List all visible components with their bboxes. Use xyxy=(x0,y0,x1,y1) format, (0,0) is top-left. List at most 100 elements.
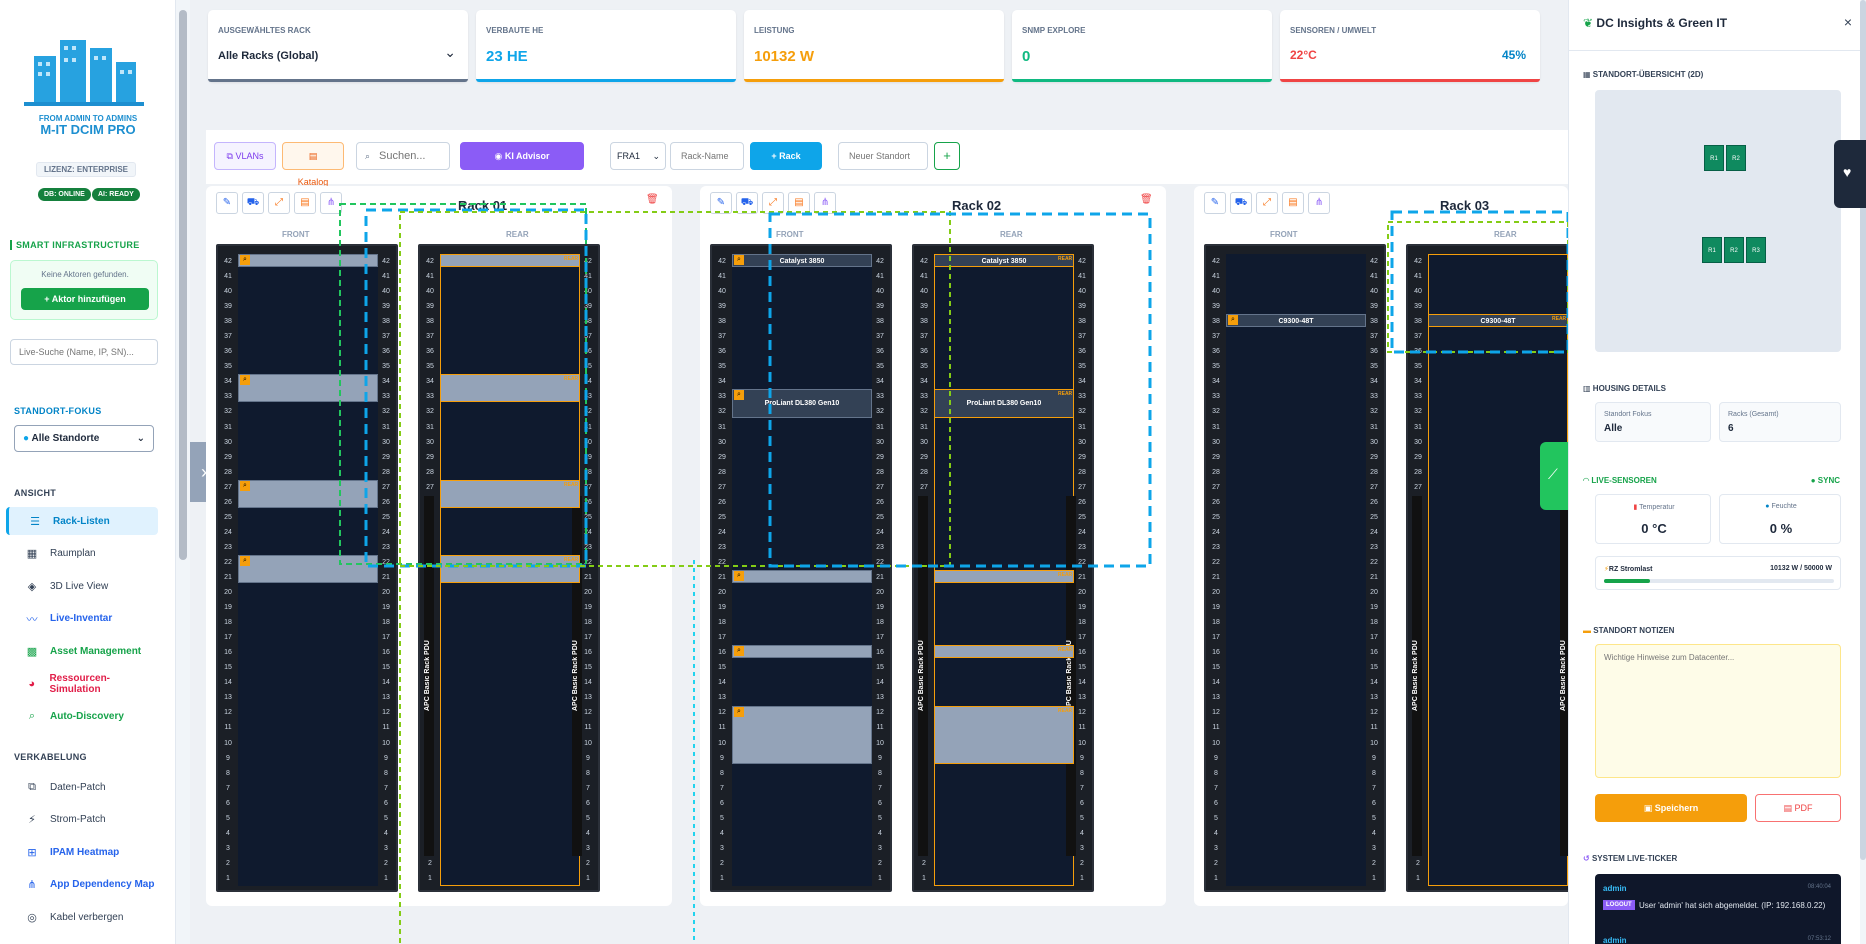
pdu-strip[interactable]: APC Basic Rack PDU xyxy=(918,496,928,856)
rack-front-view[interactable]: 42 41 40 39 38 37 36 35 34 33 32 31 30 29 28 27 26 25 24 23… xyxy=(710,244,892,892)
sitemap-icon[interactable]: ⋔ xyxy=(814,192,836,214)
sidebar-item-app-dependency-map[interactable]: ⋔ App Dependency Map xyxy=(6,871,158,899)
expand-icon[interactable]: ⤢ xyxy=(268,192,290,214)
rack-device[interactable] xyxy=(440,555,580,584)
sidebar-item-ressourcen-simulation[interactable]: ◕ Ressourcen-Simulation xyxy=(6,670,158,698)
truck-icon[interactable]: ⛟ xyxy=(1230,192,1252,214)
edit-icon[interactable]: ✎ xyxy=(710,192,732,214)
rack-front-view[interactable]: 42 41 40 39 38 37 36 35 34 33 32 31 30 29 28 27 26 25 24 23… xyxy=(1204,244,1386,892)
sidebar-item-daten-patch[interactable]: ⧉ Daten-Patch xyxy=(6,773,158,801)
rack-device[interactable] xyxy=(440,254,580,268)
zoom-icon[interactable]: ⌕ xyxy=(240,480,250,491)
vlans-button[interactable]: ⧉ VLANs xyxy=(214,142,276,170)
sidebar-item-ipam-heatmap[interactable]: ⊞ IPAM Heatmap xyxy=(6,838,158,866)
pdu-strip[interactable]: APC Basic Rack PDU xyxy=(1560,496,1568,856)
rack-tile[interactable]: R2 xyxy=(1724,237,1744,263)
pdf-export-button[interactable]: ▤ PDF xyxy=(1755,794,1841,822)
pdu-strip[interactable]: APC Basic Rack PDU xyxy=(572,496,582,856)
rack-device[interactable] xyxy=(934,645,1074,659)
sidebar-scrollbar[interactable] xyxy=(176,0,190,944)
sidebar-item-asset-management[interactable]: ▩ Asset Management xyxy=(6,637,158,665)
rack-tile[interactable]: R2 xyxy=(1726,145,1746,171)
rack-rear-view[interactable]: 4241403938373635343332313029282726252423… xyxy=(912,244,1094,892)
rack-tile[interactable]: R3 xyxy=(1746,237,1766,263)
rack-front-view[interactable]: 42 41 40 39 38 37 36 35 34 33 32 31 30 29 28 27 26 25 24 23… xyxy=(216,244,398,892)
edit-icon[interactable]: ✎ xyxy=(1204,192,1226,214)
expand-icon[interactable]: ⤢ xyxy=(1256,192,1278,214)
rack-device[interactable] xyxy=(440,479,580,508)
rack-device[interactable]: ProLiant DL380 Gen10 xyxy=(934,389,1074,418)
zoom-icon[interactable]: ⌕ xyxy=(734,646,744,657)
site-select[interactable]: FRA1 ⌄ xyxy=(610,142,666,170)
close-panel-icon[interactable]: × xyxy=(1844,14,1852,30)
live-search-input[interactable] xyxy=(10,339,158,365)
chart-toggle-button[interactable]: ⟋ xyxy=(1540,442,1568,510)
add-site-button[interactable]: + xyxy=(934,142,960,170)
rack-slots[interactable] xyxy=(1226,254,1366,886)
rack-device[interactable]: ProLiant DL380 Gen10 xyxy=(732,389,872,418)
sidebar-item-auto-discovery[interactable]: ⌕ Auto-Discovery xyxy=(6,703,158,731)
rack-device[interactable] xyxy=(732,570,872,584)
rack-device[interactable] xyxy=(440,374,580,403)
sidebar-item-strom-patch[interactable]: ⚡ Strom-Patch xyxy=(6,806,158,834)
sidebar-item-live-inventar[interactable]: 〰 Live-Inventar xyxy=(6,605,158,633)
truck-icon[interactable]: ⛟ xyxy=(242,192,264,214)
rack-device[interactable] xyxy=(238,479,378,508)
rack-name-input[interactable] xyxy=(670,142,744,170)
rack-device[interactable] xyxy=(934,570,1074,584)
rack-rear-view[interactable]: 4241403938373635343332313029282726252423… xyxy=(1406,244,1568,892)
new-site-input[interactable] xyxy=(838,142,928,170)
rack-device[interactable] xyxy=(732,645,872,659)
zoom-icon[interactable]: ⌕ xyxy=(734,390,744,401)
pdf-icon[interactable]: ▤ xyxy=(294,192,316,214)
sidebar-item-raumplan[interactable]: ▦ Raumplan xyxy=(6,540,158,568)
location-select[interactable]: ● Alle Standorte ⌄ xyxy=(14,425,154,452)
catalog-button[interactable]: ▤ Katalog xyxy=(282,142,344,187)
edit-icon[interactable]: ✎ xyxy=(216,192,238,214)
rack-search-input[interactable] xyxy=(379,147,445,165)
rack-device[interactable] xyxy=(238,374,378,403)
panel-scrollbar-thumb[interactable] xyxy=(1860,0,1866,860)
rack-device[interactable] xyxy=(732,705,872,764)
rack-search-box[interactable]: ⌕ xyxy=(356,142,450,170)
zoom-icon[interactable]: ⌕ xyxy=(734,571,744,582)
rack-device[interactable] xyxy=(238,254,378,268)
save-notes-button[interactable]: ▣ Speichern xyxy=(1595,794,1747,822)
zoom-icon[interactable]: ⌕ xyxy=(1228,315,1238,326)
rack-device[interactable]: C9300-48T xyxy=(1226,314,1366,328)
add-rack-button[interactable]: + Rack xyxy=(750,142,822,170)
pdu-strip[interactable]: APC Basic Rack PDU xyxy=(424,496,434,856)
stat-card[interactable]: AUSGEWÄHLTES RACK Alle Racks (Global) ⌄ xyxy=(208,10,468,82)
sidebar-item-kabel-verbergen[interactable]: ◎ Kabel verbergen xyxy=(6,903,158,931)
sidebar-item-3d-live-view[interactable]: ◈ 3D Live View xyxy=(6,572,158,600)
pdu-strip[interactable]: APC Basic Rack PDU xyxy=(1412,496,1422,856)
rack-slots[interactable] xyxy=(1428,254,1568,886)
rack-device[interactable] xyxy=(934,705,1074,764)
ai-advisor-button[interactable]: ◉ KI Advisor xyxy=(460,142,584,170)
trash-icon[interactable]: 🗑 xyxy=(1140,194,1153,205)
add-actor-button[interactable]: + Aktor hinzufügen xyxy=(21,288,149,310)
zoom-icon[interactable]: ⌕ xyxy=(734,255,744,265)
sidebar-item-rack-listen[interactable]: ☰ Rack-Listen xyxy=(6,507,158,535)
expand-icon[interactable]: ⤢ xyxy=(762,192,784,214)
rack-device[interactable] xyxy=(238,555,378,584)
sitemap-icon[interactable]: ⋔ xyxy=(1308,192,1330,214)
health-widget-button[interactable]: ♥ xyxy=(1834,140,1866,208)
sitemap-icon[interactable]: ⋔ xyxy=(320,192,342,214)
zoom-icon[interactable]: ⌕ xyxy=(240,556,250,566)
site-notes-textarea[interactable] xyxy=(1595,644,1841,778)
scrollbar-thumb[interactable] xyxy=(179,10,187,560)
trash-icon[interactable]: 🗑 xyxy=(646,194,659,205)
zoom-icon[interactable]: ⌕ xyxy=(240,255,250,265)
rack-tile[interactable]: R1 xyxy=(1704,145,1724,171)
zoom-icon[interactable]: ⌕ xyxy=(240,375,250,386)
pdu-strip[interactable]: APC Basic Rack PDU xyxy=(1066,496,1076,856)
rack-rear-view[interactable]: 4241403938373635343332313029282726252423… xyxy=(418,244,600,892)
rack-device[interactable]: Catalyst 3850 xyxy=(732,254,872,268)
rack-device[interactable]: Catalyst 3850 xyxy=(934,254,1074,268)
zoom-icon[interactable]: ⌕ xyxy=(734,706,744,717)
pdf-icon[interactable]: ▤ xyxy=(788,192,810,214)
pdf-icon[interactable]: ▤ xyxy=(1282,192,1304,214)
truck-icon[interactable]: ⛟ xyxy=(736,192,758,214)
site-overview-map[interactable]: R1 R2 R1 R2 R3 xyxy=(1595,90,1841,352)
